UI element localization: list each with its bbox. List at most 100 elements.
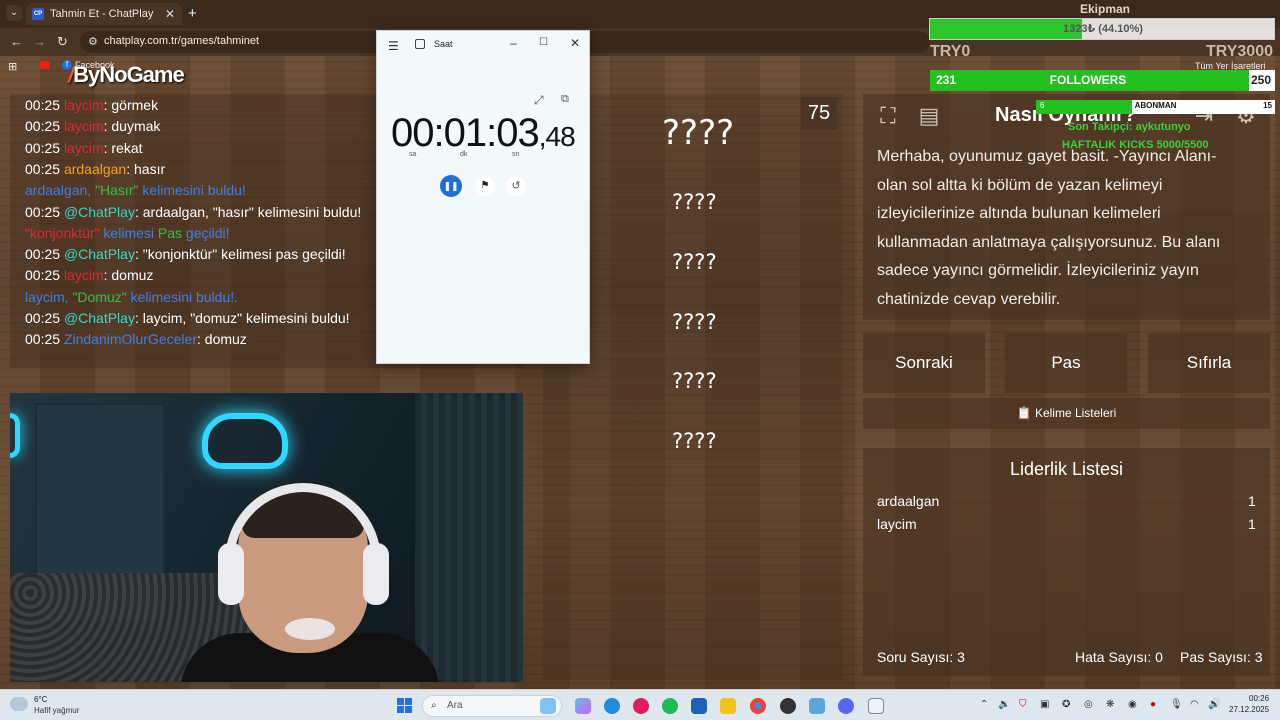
chat-message: 00:25 @ChatPlay: laycim, "domuz" kelimes… bbox=[25, 310, 350, 326]
store-icon[interactable] bbox=[691, 698, 707, 714]
chat-text: : rekat bbox=[103, 139, 143, 156]
tray-app-icon[interactable]: ● bbox=[1150, 699, 1156, 710]
clock-taskbar-icon[interactable] bbox=[868, 698, 884, 714]
followers-goal-bar: FOLLOWERS 231 250 bbox=[930, 70, 1275, 91]
taskbar-time[interactable]: 00:26 bbox=[1249, 694, 1269, 703]
tray-chevron-icon[interactable]: ⌃ bbox=[980, 699, 988, 710]
hamburger-menu-icon[interactable]: ☰ bbox=[388, 39, 399, 53]
maximize-icon[interactable]: ☐ bbox=[539, 37, 548, 48]
chat-text: : ardaalgan, "hasır" kelimesini buldu! bbox=[134, 203, 362, 220]
donation-goal-bar: 1323₺ (44.10%) bbox=[929, 18, 1275, 40]
keep-on-top-icon[interactable]: ⧉ bbox=[561, 93, 569, 106]
forbidden-word: ???? bbox=[672, 429, 717, 453]
browser-tab-active[interactable]: CP Tahmin Et - ChatPlay ✕ bbox=[26, 3, 182, 25]
leaderboard-title: Liderlik Listesi bbox=[1009, 459, 1124, 479]
leaderboard-score: 1 bbox=[1248, 493, 1256, 509]
pass-button[interactable]: Pas bbox=[1005, 333, 1127, 393]
youtube-bookmark-icon[interactable] bbox=[40, 61, 50, 69]
subscriber-current: 6 bbox=[1040, 101, 1045, 110]
webcam-blinds bbox=[415, 393, 523, 682]
tray-speaker-icon[interactable]: 🔊 bbox=[1208, 699, 1220, 710]
chat-username[interactable]: ZindanimOlurGeceler bbox=[64, 331, 197, 347]
next-button[interactable]: Sonraki bbox=[863, 333, 985, 393]
tray-mic-icon[interactable]: 🎙 bbox=[1170, 699, 1183, 710]
widgets-icon[interactable] bbox=[540, 698, 556, 714]
chat-username[interactable]: @ChatPlay bbox=[64, 310, 135, 326]
tray-app-icon[interactable]: ✪ bbox=[1062, 699, 1070, 710]
reload-icon[interactable]: ↻ bbox=[57, 34, 68, 50]
vape-smoke bbox=[285, 618, 335, 640]
chat-username[interactable]: ardaalgan bbox=[64, 161, 126, 177]
stopwatch-minutes: 01 bbox=[443, 111, 487, 155]
neon-light-left bbox=[10, 413, 20, 458]
chat-timestamp: 00:25 bbox=[25, 246, 64, 263]
tab-list-button[interactable]: ⌄ bbox=[6, 5, 22, 21]
word-lists-button[interactable]: 📋 Kelime Listeleri bbox=[863, 398, 1270, 429]
chat-timestamp: 00:25 bbox=[25, 203, 64, 220]
chat-message: 00:25 laycim: görmek bbox=[25, 97, 158, 113]
chat-username[interactable]: laycim, bbox=[25, 289, 72, 305]
file-explorer-icon[interactable] bbox=[720, 698, 736, 714]
back-arrow-icon[interactable]: ← bbox=[10, 34, 23, 49]
followers-target: 250 bbox=[1250, 73, 1271, 87]
chat-text: geçildi! bbox=[182, 224, 230, 241]
chat-username[interactable]: laycim bbox=[64, 140, 104, 156]
subscriber-label: ABONMAN bbox=[1134, 101, 1177, 110]
copilot-icon[interactable] bbox=[575, 698, 591, 714]
chat-username[interactable]: ardaalgan, bbox=[25, 182, 95, 198]
close-icon[interactable]: ✕ bbox=[570, 36, 580, 50]
reset-game-button[interactable]: Sıfırla bbox=[1148, 333, 1270, 393]
clock-app-window[interactable]: ☰ Saat – ☐ ✕ ⤢ ⧉ 00:01:03,48 sa dk sn ❚❚… bbox=[376, 30, 590, 364]
flag-icon: ⚑ bbox=[480, 180, 490, 191]
chat-username[interactable]: laycim bbox=[64, 118, 104, 134]
weather-cloud-icon[interactable] bbox=[10, 697, 28, 711]
pause-icon: ❚❚ bbox=[443, 181, 459, 191]
chat-username[interactable]: "konjonktür" bbox=[25, 225, 100, 241]
tray-app-icon[interactable]: ◎ bbox=[1084, 699, 1093, 710]
tab-close-icon[interactable]: ✕ bbox=[165, 7, 175, 21]
question-count: Soru Sayısı: 3 bbox=[877, 649, 965, 665]
chat-username[interactable]: @ChatPlay bbox=[64, 246, 135, 262]
apps-grid-icon[interactable]: ⊞ bbox=[8, 60, 17, 73]
edge-icon[interactable] bbox=[604, 698, 620, 714]
reset-button[interactable]: ↺ bbox=[506, 176, 526, 196]
chat-username[interactable]: laycim bbox=[64, 97, 104, 113]
site-info-icon[interactable]: ⚙ bbox=[88, 35, 98, 48]
tray-volume-icon[interactable]: 🔉 bbox=[998, 699, 1010, 710]
unit-hours: sa bbox=[409, 151, 417, 158]
obs-icon[interactable] bbox=[780, 698, 796, 714]
forward-arrow-icon[interactable]: → bbox=[33, 34, 46, 49]
pause-button[interactable]: ❚❚ bbox=[440, 175, 462, 197]
taskbar-search-placeholder: Ara bbox=[447, 700, 463, 711]
notes-icon[interactable]: ▤ bbox=[914, 101, 944, 131]
followers-current: 231 bbox=[936, 73, 957, 87]
taskbar-date[interactable]: 27.12.2025 bbox=[1229, 705, 1269, 714]
settings-app-icon[interactable] bbox=[809, 698, 825, 714]
reset-icon: ↺ bbox=[511, 180, 521, 192]
stopwatch-hours: 00 bbox=[391, 111, 434, 155]
forbidden-word: ???? bbox=[672, 190, 717, 214]
fullscreen-icon[interactable]: ⛶ bbox=[873, 101, 903, 131]
chat-timestamp: 00:25 bbox=[25, 310, 64, 326]
tray-app-icon[interactable]: ◉ bbox=[1128, 699, 1137, 710]
chrome-icon[interactable] bbox=[750, 698, 766, 714]
weather-description[interactable]: Hafif yağmur bbox=[34, 706, 79, 715]
chat-username[interactable]: laycim bbox=[64, 267, 104, 283]
tray-security-icon[interactable]: ⛉ bbox=[1019, 699, 1027, 710]
tray-wifi-icon[interactable]: ◠ bbox=[1190, 699, 1199, 710]
weekly-kicks-text: HAFTALIK KICKS 5000/5500 bbox=[1062, 139, 1209, 151]
chat-username[interactable]: @ChatPlay bbox=[64, 204, 135, 220]
expand-icon[interactable]: ⤢ bbox=[534, 93, 544, 108]
discord-icon[interactable] bbox=[838, 698, 854, 714]
spotify-icon[interactable] bbox=[662, 698, 678, 714]
main-word: ???? bbox=[662, 113, 735, 153]
media-player-icon[interactable] bbox=[633, 698, 649, 714]
minimize-icon[interactable]: – bbox=[510, 36, 517, 50]
tray-app-icon[interactable]: ▣ bbox=[1040, 699, 1049, 710]
new-tab-button[interactable]: + bbox=[188, 5, 197, 22]
weather-temperature[interactable]: 6°C bbox=[34, 695, 47, 704]
lap-button[interactable]: ⚑ bbox=[475, 176, 495, 196]
leaderboard-name: ardaalgan bbox=[877, 493, 940, 509]
windows-start-icon[interactable] bbox=[397, 698, 412, 713]
tray-app-icon[interactable]: ❋ bbox=[1106, 699, 1114, 710]
